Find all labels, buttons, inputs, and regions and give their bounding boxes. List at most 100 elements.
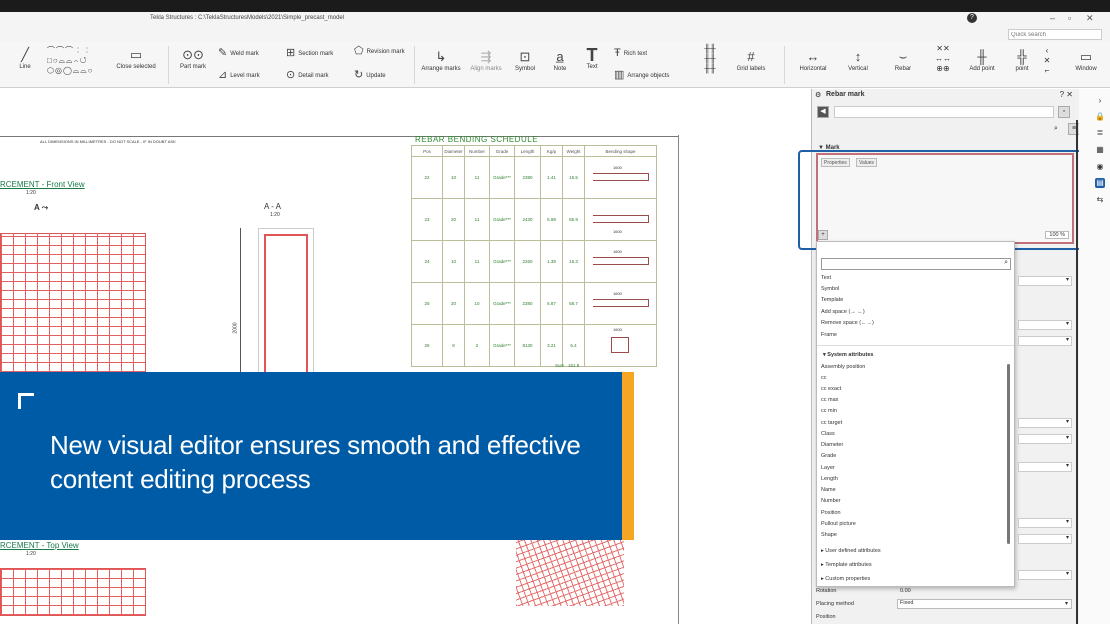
detail-mark-button[interactable]: ⊙ Detail mark	[286, 70, 329, 81]
text-button[interactable]: T Text	[580, 46, 604, 70]
property-select[interactable]: ▾	[1018, 462, 1072, 472]
dropdown-item[interactable]: Text	[821, 275, 831, 281]
revision-mark-button[interactable]: ⬠ Revision mark	[354, 46, 410, 57]
placing-method-select[interactable]: Fixed ▾	[897, 599, 1072, 609]
dropdown-item[interactable]: Frame	[821, 332, 837, 338]
dropdown-item[interactable]: Template	[821, 297, 843, 303]
arrange-objects-button[interactable]: ▥ Arrange objects	[614, 70, 669, 81]
property-select[interactable]: ▾	[1018, 518, 1072, 528]
save-settings-icon[interactable]: ▫	[1058, 106, 1070, 118]
note-icon: a̲	[556, 49, 564, 64]
isometric-rebar-view[interactable]	[516, 540, 624, 606]
rebar-tools-icon[interactable]: ✕✕ ↔↔ ⊕⊕	[926, 44, 960, 74]
chevron-right-icon[interactable]: ›	[1095, 96, 1105, 106]
dropdown-item[interactable]: Diameter	[821, 442, 843, 448]
system-attributes-header[interactable]: ▾ System attributes	[823, 352, 873, 358]
dropdown-item[interactable]: Pullout picture	[821, 521, 856, 527]
template-attributes-group[interactable]: ▸ Template attributes	[821, 562, 872, 568]
panel-help-icon[interactable]: ? ✕	[1060, 90, 1073, 99]
maximize-icon[interactable]: ▫	[1068, 13, 1071, 23]
property-select[interactable]: ▾	[1018, 320, 1072, 330]
top-black-bar	[0, 0, 1110, 12]
dropdown-item[interactable]: cc min	[821, 408, 837, 414]
property-select[interactable]: ▾	[1018, 434, 1072, 444]
banner-line-1: New visual editor ensures smooth and eff…	[50, 430, 581, 460]
minimize-icon[interactable]: –	[1050, 13, 1055, 23]
rebar-button[interactable]: ⌣ Rebar	[888, 48, 918, 72]
symbol-button[interactable]: ⊡ Symbol	[512, 48, 538, 72]
dropdown-item[interactable]: Name	[821, 487, 836, 493]
arrange-marks-button[interactable]: ↳ Arrange marks	[418, 48, 464, 72]
update-button[interactable]: ↻ Update	[354, 70, 386, 81]
section-mark-button[interactable]: ⊞ Section mark	[286, 48, 333, 59]
dropdown-item[interactable]: Symbol	[821, 286, 839, 292]
property-select[interactable]: ▾	[1018, 534, 1072, 544]
rotation-value[interactable]: 0.00	[900, 588, 911, 594]
window-button[interactable]: ▭ Window	[1070, 48, 1102, 72]
eye-icon[interactable]: ◉	[1095, 162, 1105, 172]
rich-text-button[interactable]: Ŧ Rich text	[614, 48, 647, 59]
table-row[interactable]: 22 10 11 Grade*** 2380 1.41 15.5 1600	[411, 156, 657, 199]
dropdown-item[interactable]: Shape	[821, 532, 837, 538]
dropdown-item[interactable]: Length	[821, 476, 838, 482]
filter-icon[interactable]: ⇆	[1095, 195, 1105, 205]
table-row[interactable]: 26 8 2 Grade*** 8130 3.21 6.4 1600	[411, 324, 657, 367]
lock-icon[interactable]: 🔒	[1095, 112, 1105, 122]
dropdown-search-input[interactable]: ⌕	[821, 258, 1011, 270]
more-tools-icon[interactable]: ‹ ✕ ⌐	[1040, 46, 1054, 76]
add-point-button[interactable]: ╫ Add point	[966, 48, 998, 72]
quick-search-input[interactable]	[1008, 29, 1102, 40]
grid-labels-button[interactable]: # Grid labels	[734, 48, 768, 72]
dropdown-item[interactable]: cc	[821, 375, 827, 381]
custom-properties-group[interactable]: ▸ Custom properties	[821, 576, 870, 582]
dropdown-scrollbar[interactable]	[1007, 364, 1010, 544]
settings-select[interactable]	[834, 106, 1054, 118]
property-select[interactable]: ▾	[1018, 276, 1072, 286]
dropdown-item[interactable]: Number	[821, 498, 841, 504]
shape-tools-icon[interactable]: ⌒⌒⌒╎╎ □○⌓⌓⌢↺ ⬡◎◯⌓⌓○	[47, 46, 107, 76]
dropdown-item[interactable]: Grade	[821, 453, 836, 459]
point-button[interactable]: ╬ point	[1008, 48, 1036, 72]
cell-pos: 23	[411, 198, 443, 241]
back-icon[interactable]: ◀	[817, 106, 829, 118]
align-marks-button[interactable]: ⇶ Align marks	[466, 48, 506, 72]
horizontal-button[interactable]: ↔ Horizontal	[796, 48, 830, 72]
dropdown-item[interactable]: Add space (→ ←)	[821, 309, 865, 315]
weld-mark-button[interactable]: ✎ Weld mark	[218, 48, 259, 59]
property-select[interactable]: ▾	[1018, 336, 1072, 346]
layers-icon[interactable]: ≣	[1095, 128, 1105, 138]
cell-number: 2	[464, 324, 490, 367]
dropdown-item[interactable]: Remove space (←→)	[821, 320, 874, 326]
dropdown-item[interactable]: cc max	[821, 397, 838, 403]
search-icon[interactable]: ⌕	[1054, 125, 1058, 133]
top-view-rebar[interactable]	[0, 568, 146, 616]
vertical-button[interactable]: ↕ Vertical	[842, 48, 874, 72]
dimension-tools-icon[interactable]: ╫╫ ╫╫ ╫╫	[700, 44, 720, 74]
dropdown-item[interactable]: Assembly position	[821, 364, 865, 370]
dropdown-item[interactable]: cc target	[821, 420, 842, 426]
note-button[interactable]: a̲ Note	[548, 48, 572, 72]
table-row[interactable]: 25 20 10 Grade*** 2380 5.87 58.7 1600	[411, 282, 657, 325]
property-select[interactable]: ▾	[1018, 418, 1072, 428]
add-content-dropdown[interactable]: ⌕ Text Symbol Template Add space (→ ←) R…	[816, 241, 1015, 587]
dropdown-item[interactable]: Layer	[821, 465, 835, 471]
table-row[interactable]: 23 20 11 Grade*** 2430 5.99 65.9 1600	[411, 198, 657, 241]
close-selected-button[interactable]: ▭ Close selected	[112, 46, 160, 70]
property-select[interactable]: ▾	[1018, 570, 1072, 580]
line-button[interactable]: ╱ Line	[14, 46, 36, 70]
front-view-rebar[interactable]	[0, 233, 146, 373]
part-mark-button[interactable]: ⊙⊙ Part mark	[174, 46, 212, 70]
gear-icon[interactable]: ⚙	[815, 91, 821, 99]
cell-weight: 15.5	[562, 156, 585, 199]
close-icon[interactable]: ✕	[1086, 13, 1094, 24]
grid-icon[interactable]: ▦	[1095, 145, 1105, 155]
dropdown-item[interactable]: Position	[821, 510, 841, 516]
section-rebar[interactable]	[264, 234, 308, 374]
table-row[interactable]: 24 10 11 Grade*** 2260 1.39 15.3 1600	[411, 240, 657, 283]
user-defined-attributes-group[interactable]: ▸ User defined attributes	[821, 548, 881, 554]
help-icon[interactable]: ?	[967, 13, 977, 23]
level-mark-button[interactable]: ⊿ Level mark	[218, 70, 260, 81]
dropdown-item[interactable]: Class	[821, 431, 835, 437]
properties-icon[interactable]: ▤	[1095, 178, 1105, 188]
dropdown-item[interactable]: cc exact	[821, 386, 841, 392]
